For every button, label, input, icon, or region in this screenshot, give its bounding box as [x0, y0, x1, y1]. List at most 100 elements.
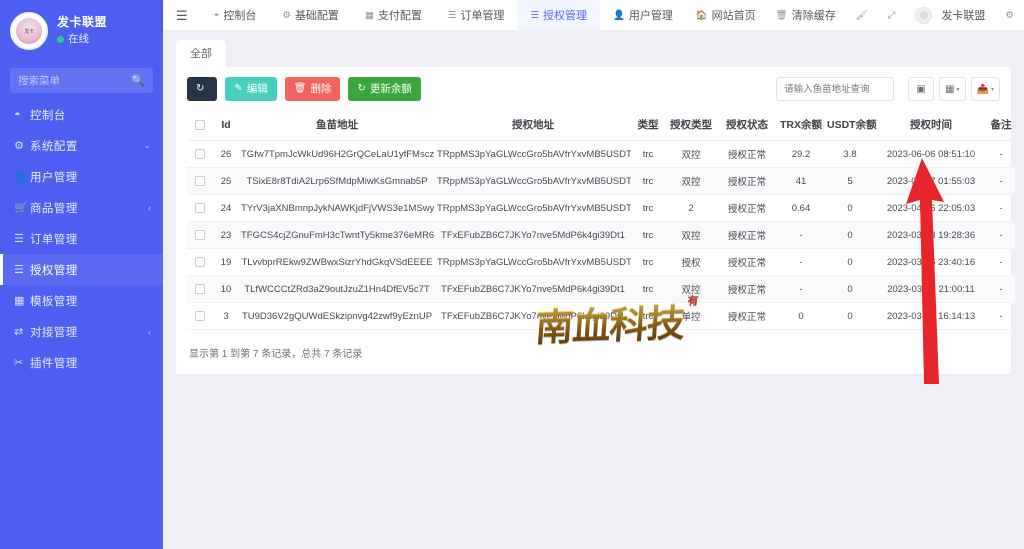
table-row[interactable]: 23 TFGCS4cjZGnuFmH3cTwntTy5kme376eMR6 TF… [187, 221, 1015, 249]
cell-auth-time: 2023-03-03 16:14:13 [875, 302, 987, 330]
columns-button[interactable]: ▦ ▾ [939, 77, 966, 101]
table-row[interactable]: 3 TU9D36V2gQUWdESkzipnvg42zwf9yEznUP TFx… [187, 302, 1015, 330]
cell-trx-balance: 0.64 [777, 194, 825, 222]
tab-basic-config[interactable]: ⚙ 基础配置 [269, 0, 352, 31]
update-balance-button[interactable]: ↻ 更新余额 [348, 77, 421, 101]
tab-dashboard[interactable]: ◓ 控制台 [201, 0, 270, 31]
sidebar-item-label: 系统配置 [30, 140, 78, 153]
tab-payment-config[interactable]: ▦ 支付配置 [352, 0, 435, 31]
fullscreen-button[interactable]: ⤢ [878, 10, 906, 21]
row-checkbox-cell [187, 194, 213, 222]
header-auth-time[interactable]: 授权时间 [875, 110, 987, 141]
sidebar-item-auth-management[interactable]: ☰ 授权管理 [0, 254, 163, 285]
sidebar-profile-text: 发卡联盟 在线 [57, 15, 107, 47]
table-footer-info: 显示第 1 到第 7 条记录，总共 7 条记录 [189, 349, 363, 360]
tab-order-management[interactable]: ☰ 订单管理 [435, 0, 518, 31]
settings-button[interactable]: ⚙ [995, 10, 1024, 21]
delete-label: 删除 [310, 82, 332, 95]
cell-type: trc [631, 167, 665, 195]
clear-cache-button[interactable]: 🗑 清除缓存 [766, 7, 846, 23]
edit-label: 编辑 [246, 82, 268, 95]
tab-user-management[interactable]: 👤 用户管理 [600, 0, 686, 31]
cell-auth-type: 双控 [665, 275, 717, 303]
content-area: 全部 ↻ ✎ 编辑 🗑 删除 ↻ 更新余额 请输入鱼苗地址查询 ▣ ▦ ▾ 📤 … [163, 31, 1024, 549]
table-body: 26 TGfw7TpmJcWkUd96H2GrQCeLaU1yfFMscz TR… [187, 140, 1015, 330]
select-all-checkbox[interactable] [195, 119, 205, 130]
row-checkbox[interactable] [195, 283, 205, 294]
sidebar-item-order-management[interactable]: ☰ 订单管理 [0, 223, 163, 254]
sidebar-item-dashboard[interactable]: ◓ 控制台 [0, 99, 163, 130]
hamburger-icon[interactable]: ☰ [163, 9, 201, 22]
header-auth-address[interactable]: 授权地址 [435, 110, 631, 141]
account-menu[interactable]: 发卡联盟 [905, 6, 995, 24]
search-input[interactable] [776, 77, 895, 101]
sidebar-item-label: 模板管理 [30, 295, 78, 308]
dashboard-icon: ◓ [14, 108, 21, 121]
row-checkbox[interactable] [195, 202, 205, 213]
header-id[interactable]: Id [213, 110, 239, 141]
cell-usdt-balance: 0 [825, 248, 875, 276]
export-button[interactable]: 📤 ▾ [970, 77, 1000, 101]
cell-auth-state: 授权正常 [717, 275, 777, 303]
table-row[interactable]: 24 TYrV3jaXNBmnpJykNAWKjdFjVWS3e1MSwy TR… [187, 194, 1015, 222]
cell-type: trc [631, 221, 665, 249]
edit-button[interactable]: ✎ 编辑 [225, 77, 277, 101]
table-row[interactable]: 19 TLvvbprREkw9ZWBwxSizrYhdGkqVSdEEEE TR… [187, 248, 1015, 276]
sidebar-item-integration-management[interactable]: ⇄ 对接管理 ‹ [0, 316, 163, 347]
table-row[interactable]: 25 TSixE8r8TdiA2Lrp6SfMdpMiwKsGmnab5P TR… [187, 167, 1015, 195]
header-fish-address[interactable]: 鱼苗地址 [239, 110, 435, 141]
header-auth-type[interactable]: 授权类型 [665, 110, 717, 141]
cell-note: - [987, 194, 1015, 222]
sidebar-item-template-management[interactable]: ▦ 模板管理 [0, 285, 163, 316]
header-type[interactable]: 类型 [631, 110, 665, 141]
user-icon: 👤 [14, 171, 28, 183]
cell-usdt-balance: 0 [825, 302, 875, 330]
sidebar-item-system-config[interactable]: ⚙ 系统配置 ⌄ [0, 130, 163, 161]
search-icon[interactable]: 🔍 [131, 74, 145, 87]
cell-auth-address: TRppMS3pYaGLWccGro5bAVfrYxvMB5USDT [435, 248, 631, 276]
site-home-button[interactable]: 🏠 网站首页 [686, 7, 766, 23]
header-note[interactable]: 备注 [987, 110, 1015, 141]
header-trx-balance[interactable]: TRX余额 [777, 110, 825, 141]
select-all-header [187, 110, 213, 141]
cell-auth-type: 授权 [665, 248, 717, 276]
cell-fish-address: TLfWCCCtZRd3aZ9outJzuZ1Hn4DfEV5c7T [239, 275, 435, 303]
header-auth-state[interactable]: 授权状态 [717, 110, 777, 141]
sidebar-profile[interactable]: 发卡 发卡联盟 在线 [0, 0, 163, 60]
sidebar-search[interactable]: 搜索菜单 🔍 [10, 68, 153, 93]
row-checkbox[interactable] [195, 229, 205, 240]
table-row[interactable]: 26 TGfw7TpmJcWkUd96H2GrQCeLaU1yfFMscz TR… [187, 140, 1015, 168]
cell-note: - [987, 275, 1015, 303]
sidebar-item-user-management[interactable]: 👤 用户管理 [0, 161, 163, 192]
gear-icon: ⚙ [282, 9, 291, 21]
cell-fish-address: TLvvbprREkw9ZWBwxSizrYhdGkqVSdEEEE [239, 248, 435, 276]
theme-button[interactable]: 🖌 [846, 10, 878, 21]
tab-auth-management[interactable]: ☰ 授权管理 [517, 0, 600, 31]
cell-usdt-balance: 0 [825, 221, 875, 249]
table-row[interactable]: 10 TLfWCCCtZRd3aZ9outJzuZ1Hn4DfEV5c7T TF… [187, 275, 1015, 303]
cell-note: - [987, 221, 1015, 249]
cell-auth-time: 2023-05-07 01:55:03 [875, 167, 987, 195]
tab-label: 控制台 [223, 10, 257, 22]
refresh-icon: ↻ [196, 83, 205, 94]
sidebar-item-product-management[interactable]: 🛒 商品管理 ‹ [0, 192, 163, 223]
delete-button[interactable]: 🗑 删除 [284, 77, 341, 101]
cell-auth-state: 授权正常 [717, 221, 777, 249]
chevron-left-icon: ‹ [148, 326, 151, 337]
cell-fish-address: TGfw7TpmJcWkUd96H2GrQCeLaU1yfFMscz [239, 140, 435, 168]
row-checkbox[interactable] [195, 175, 205, 186]
header-usdt-balance[interactable]: USDT余额 [825, 110, 877, 141]
sidebar-item-label: 插件管理 [30, 357, 78, 370]
row-checkbox[interactable] [195, 148, 205, 159]
sidebar-item-plugin-management[interactable]: ✂ 插件管理 [0, 347, 163, 378]
row-checkbox[interactable] [195, 256, 205, 267]
row-checkbox[interactable] [195, 310, 205, 321]
list-icon: ☰ [530, 9, 539, 21]
tab-all[interactable]: 全部 [176, 40, 226, 67]
fullscreen-table-button[interactable]: ▣ [908, 77, 935, 101]
cell-auth-address: TRppMS3pYaGLWccGro5bAVfrYxvMB5USDT [435, 167, 631, 195]
cell-trx-balance: - [777, 275, 825, 303]
cell-auth-address: TFxEFubZB6C7JKYo7nve5MdP6k4gi39Dt1 [435, 302, 631, 330]
refresh-button[interactable]: ↻ [187, 77, 218, 101]
cell-id: 19 [213, 248, 239, 276]
